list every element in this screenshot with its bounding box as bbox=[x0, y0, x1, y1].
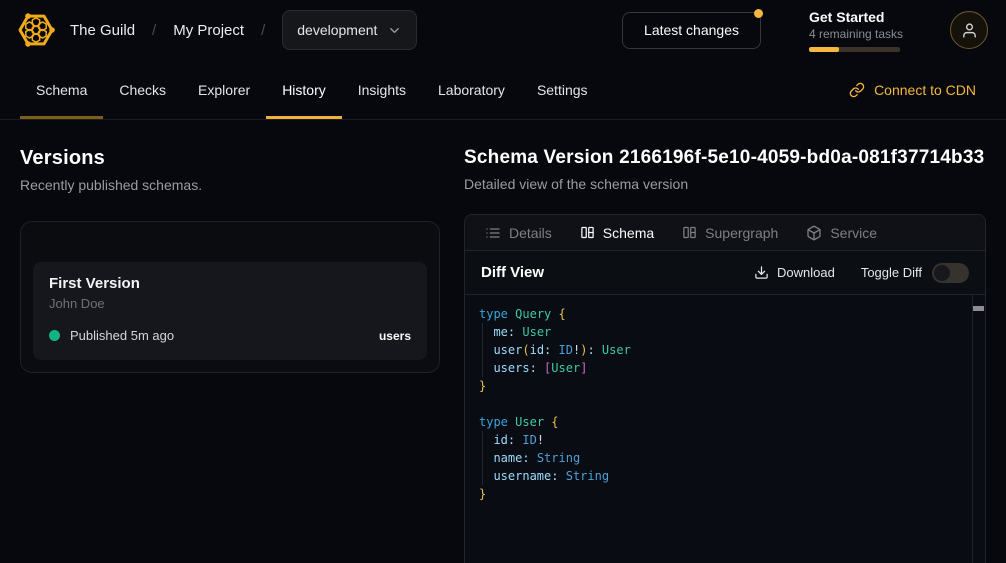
published-status-dot bbox=[49, 330, 60, 341]
panels-icon bbox=[580, 225, 595, 240]
code-line: } bbox=[479, 377, 965, 395]
detail-tab-bar: Details Schema Supergraph bbox=[465, 215, 985, 251]
hive-logo-icon[interactable] bbox=[14, 8, 58, 52]
nav-tab-history[interactable]: History bbox=[266, 60, 342, 119]
switch-knob bbox=[934, 265, 950, 281]
breadcrumb-separator: / bbox=[152, 22, 156, 39]
version-detail-panel: Details Schema Supergraph bbox=[464, 214, 986, 563]
code-line: name: String bbox=[479, 449, 965, 467]
download-button[interactable]: Download bbox=[754, 265, 835, 280]
diff-view-title: Diff View bbox=[481, 264, 544, 281]
version-author: John Doe bbox=[49, 296, 411, 311]
versions-section: Versions Recently published schemas. Fir… bbox=[20, 120, 440, 563]
code-line: users: [User] bbox=[479, 359, 965, 377]
indent-guide bbox=[482, 323, 483, 377]
nav-tab-schema[interactable]: Schema bbox=[20, 60, 103, 119]
user-menu-button[interactable] bbox=[950, 11, 988, 49]
detail-tab-supergraph[interactable]: Supergraph bbox=[682, 225, 778, 241]
code-line: type Query { bbox=[479, 305, 965, 323]
main-nav: Schema Checks Explorer History Insights … bbox=[0, 60, 1006, 120]
breadcrumb-org[interactable]: The Guild bbox=[70, 22, 135, 39]
top-bar-right: Latest changes Get Started 4 remaining t… bbox=[622, 9, 988, 52]
toggle-diff-label: Toggle Diff bbox=[861, 265, 922, 280]
toggle-diff-switch[interactable] bbox=[932, 263, 969, 283]
get-started-progress bbox=[809, 47, 900, 52]
list-icon bbox=[485, 225, 501, 241]
nav-tab-insights[interactable]: Insights bbox=[342, 60, 422, 119]
version-detail-section: Schema Version 2166196f-5e10-4059-bd0a-0… bbox=[464, 120, 986, 563]
download-icon bbox=[754, 265, 769, 280]
schema-code-viewer: type Query { me: User user(id: ID!): Use… bbox=[465, 295, 985, 563]
main-content: Versions Recently published schemas. Fir… bbox=[0, 120, 1006, 563]
version-list-item[interactable]: First Version John Doe Published 5m ago … bbox=[33, 262, 427, 360]
breadcrumb-project[interactable]: My Project bbox=[173, 22, 244, 39]
indent-guide bbox=[482, 431, 483, 485]
version-detail-title: Schema Version 2166196f-5e10-4059-bd0a-0… bbox=[464, 147, 986, 169]
detail-tab-service[interactable]: Service bbox=[806, 225, 877, 241]
detail-tab-label: Details bbox=[509, 225, 552, 241]
version-service-badge: users bbox=[379, 329, 411, 343]
detail-tab-label: Service bbox=[830, 225, 877, 241]
notification-dot bbox=[754, 9, 763, 18]
nav-tab-laboratory[interactable]: Laboratory bbox=[422, 60, 521, 119]
code-line: username: String bbox=[479, 467, 965, 485]
code-line: user(id: ID!): User bbox=[479, 341, 965, 359]
target-selector-dropdown[interactable]: development bbox=[282, 10, 417, 50]
diff-view-actions: Download Toggle Diff bbox=[754, 263, 969, 283]
version-detail-subtitle: Detailed view of the schema version bbox=[464, 176, 986, 192]
top-bar: The Guild / My Project / development Lat… bbox=[0, 0, 1006, 60]
version-status: Published 5m ago bbox=[70, 328, 174, 343]
get-started-subtitle: 4 remaining tasks bbox=[809, 27, 900, 41]
code-line: } bbox=[479, 485, 965, 503]
connect-to-cdn-link[interactable]: Connect to CDN bbox=[849, 60, 976, 119]
latest-changes-button[interactable]: Latest changes bbox=[622, 12, 761, 49]
connect-to-cdn-label: Connect to CDN bbox=[874, 82, 976, 98]
versions-subtitle: Recently published schemas. bbox=[20, 177, 440, 193]
code-block: type Query { me: User user(id: ID!): Use… bbox=[479, 305, 965, 503]
target-selector-value: development bbox=[297, 22, 377, 38]
code-line: id: ID! bbox=[479, 431, 965, 449]
toggle-diff-group: Toggle Diff bbox=[861, 263, 969, 283]
detail-tab-schema[interactable]: Schema bbox=[580, 225, 654, 241]
nav-tab-checks[interactable]: Checks bbox=[103, 60, 182, 119]
scrollbar-track bbox=[972, 295, 985, 563]
get-started-widget[interactable]: Get Started 4 remaining tasks bbox=[809, 9, 900, 52]
panels-icon bbox=[682, 225, 697, 240]
code-line bbox=[479, 395, 965, 413]
nav-tab-settings[interactable]: Settings bbox=[521, 60, 604, 119]
scrollbar-thumb[interactable] bbox=[973, 306, 984, 311]
code-line: type User { bbox=[479, 413, 965, 431]
version-name: First Version bbox=[49, 275, 411, 292]
link-icon bbox=[849, 82, 865, 98]
app: The Guild / My Project / development Lat… bbox=[0, 0, 1006, 563]
latest-changes-label: Latest changes bbox=[644, 22, 739, 38]
download-label: Download bbox=[777, 265, 835, 280]
progress-fill bbox=[809, 47, 839, 52]
detail-tab-details[interactable]: Details bbox=[485, 225, 552, 241]
diff-view-header: Diff View Download Toggle Diff bbox=[465, 251, 985, 295]
breadcrumb-separator: / bbox=[261, 22, 265, 39]
versions-list-card: First Version John Doe Published 5m ago … bbox=[20, 221, 440, 373]
chevron-down-icon bbox=[387, 23, 402, 38]
get-started-title: Get Started bbox=[809, 9, 900, 25]
detail-tab-label: Supergraph bbox=[705, 225, 778, 241]
box-icon bbox=[806, 225, 822, 241]
nav-tab-explorer[interactable]: Explorer bbox=[182, 60, 266, 119]
detail-tab-label: Schema bbox=[603, 225, 654, 241]
versions-title: Versions bbox=[20, 147, 440, 170]
version-meta-row: Published 5m ago users bbox=[49, 328, 411, 343]
code-line: me: User bbox=[479, 323, 965, 341]
user-avatar-icon bbox=[961, 22, 978, 39]
